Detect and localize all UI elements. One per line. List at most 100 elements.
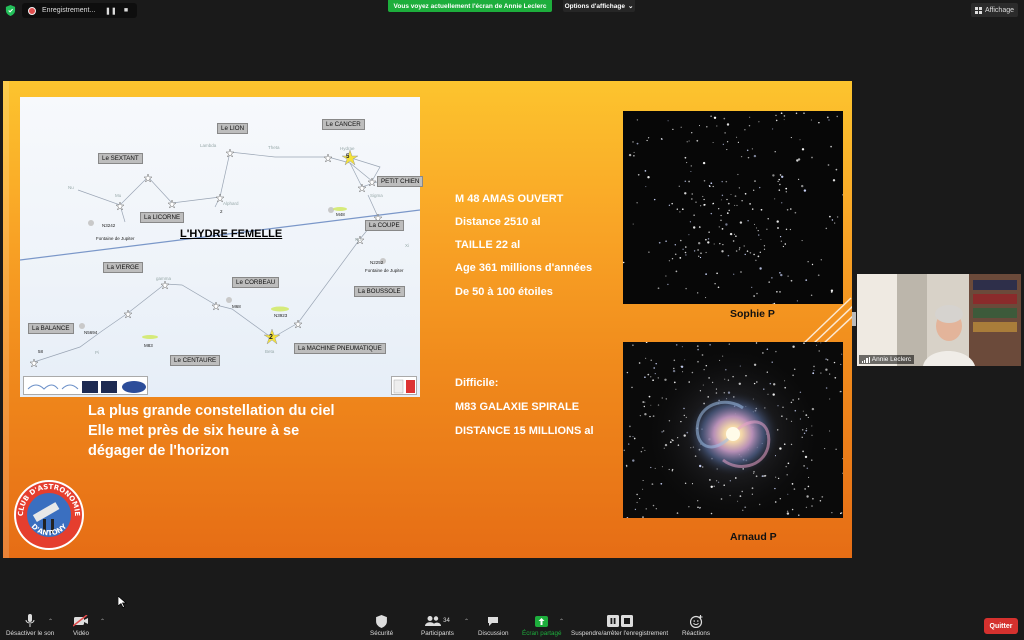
star xyxy=(690,198,693,200)
share-caret-icon[interactable]: ⌃ xyxy=(559,618,564,625)
star xyxy=(734,204,736,206)
star xyxy=(784,243,787,245)
star xyxy=(679,211,681,213)
label-n5694: N5694 xyxy=(84,330,98,335)
star xyxy=(775,476,777,478)
star xyxy=(774,455,777,457)
video-options-caret-icon[interactable]: ⌃ xyxy=(100,618,105,625)
participant-video-tile[interactable]: Annie Leclerc xyxy=(857,274,1021,366)
star xyxy=(749,252,752,254)
video-panel-handle[interactable] xyxy=(852,312,856,326)
star xyxy=(841,353,843,355)
star xyxy=(784,386,787,389)
star xyxy=(629,435,631,438)
view-options-button[interactable]: Options d'affichage ⌄ xyxy=(563,0,635,12)
star xyxy=(799,418,801,420)
star xyxy=(634,508,637,511)
quit-button[interactable]: Quitter xyxy=(984,618,1018,634)
star xyxy=(678,185,681,188)
audio-options-caret-icon[interactable]: ⌃ xyxy=(48,618,53,625)
star xyxy=(820,259,822,261)
star xyxy=(761,475,764,477)
stop-recording-icon[interactable]: ■ xyxy=(121,7,131,14)
star xyxy=(724,378,726,380)
star xyxy=(811,434,813,436)
star xyxy=(697,348,699,351)
star xyxy=(813,369,815,372)
star xyxy=(652,504,655,507)
star xyxy=(680,126,682,128)
star xyxy=(684,359,686,361)
video-button[interactable]: Vidéo xyxy=(73,614,89,637)
star xyxy=(829,373,831,375)
star xyxy=(693,250,696,252)
display-button[interactable]: Affichage xyxy=(970,3,1018,17)
label-alphard: Alphard xyxy=(223,201,239,206)
chat-button[interactable]: Discussion xyxy=(478,614,508,637)
star xyxy=(657,377,660,379)
star xyxy=(829,430,831,432)
star xyxy=(643,405,645,408)
label-fontaine-jupiter-2: Fontaine de Jupiter xyxy=(365,268,404,273)
star xyxy=(632,459,635,462)
star xyxy=(709,479,711,481)
star xyxy=(795,112,798,115)
pause-recording-icon[interactable]: ❚❚ xyxy=(105,7,117,15)
star xyxy=(638,362,641,364)
participants-icon xyxy=(425,616,442,626)
star xyxy=(842,457,843,460)
reactions-button[interactable]: Réactions xyxy=(682,614,710,637)
star xyxy=(801,436,803,438)
security-button[interactable]: Sécurité xyxy=(370,614,393,637)
star xyxy=(644,401,646,403)
star xyxy=(777,405,779,407)
star xyxy=(751,286,753,289)
participants-caret-icon[interactable]: ⌃ xyxy=(464,618,469,625)
shared-slide: Le LION Le CANCER Le SEXTANT PETIT CHIEN… xyxy=(3,81,852,558)
star xyxy=(792,399,794,401)
star xyxy=(753,363,757,366)
shield-icon[interactable] xyxy=(5,5,16,16)
star xyxy=(721,250,724,253)
star xyxy=(715,480,718,482)
participants-button[interactable]: 34 Participants xyxy=(421,614,454,637)
star xyxy=(651,483,654,485)
star xyxy=(650,376,652,378)
star xyxy=(786,510,789,513)
label-nu: Nu xyxy=(68,185,74,190)
star xyxy=(782,245,785,248)
star xyxy=(803,189,807,192)
star xyxy=(725,180,728,183)
star xyxy=(810,119,812,121)
star xyxy=(736,136,738,138)
star xyxy=(683,414,685,417)
star xyxy=(721,228,724,230)
star xyxy=(664,378,667,381)
star xyxy=(779,291,781,293)
star xyxy=(766,228,768,230)
star xyxy=(636,202,638,204)
star xyxy=(747,220,749,222)
star xyxy=(633,437,636,440)
star xyxy=(813,365,815,368)
recording-control-button[interactable]: Suspendre/arrêter l'enregistrement xyxy=(571,614,668,637)
star xyxy=(695,201,697,203)
star xyxy=(668,204,671,206)
star xyxy=(632,141,634,143)
label-le-lion: Le LION xyxy=(217,123,249,134)
star xyxy=(778,189,781,191)
star xyxy=(805,429,808,432)
star xyxy=(791,483,794,485)
star xyxy=(648,395,651,398)
share-screen-button[interactable]: Écran partagé xyxy=(522,614,562,637)
star xyxy=(769,382,772,385)
star xyxy=(773,383,776,386)
star xyxy=(626,516,629,518)
label-la-boussole: La BOUSSOLE xyxy=(354,286,405,297)
star xyxy=(762,352,764,354)
star xyxy=(799,391,802,393)
star xyxy=(693,226,696,229)
star xyxy=(691,193,693,195)
star xyxy=(783,115,786,117)
star xyxy=(681,346,683,348)
